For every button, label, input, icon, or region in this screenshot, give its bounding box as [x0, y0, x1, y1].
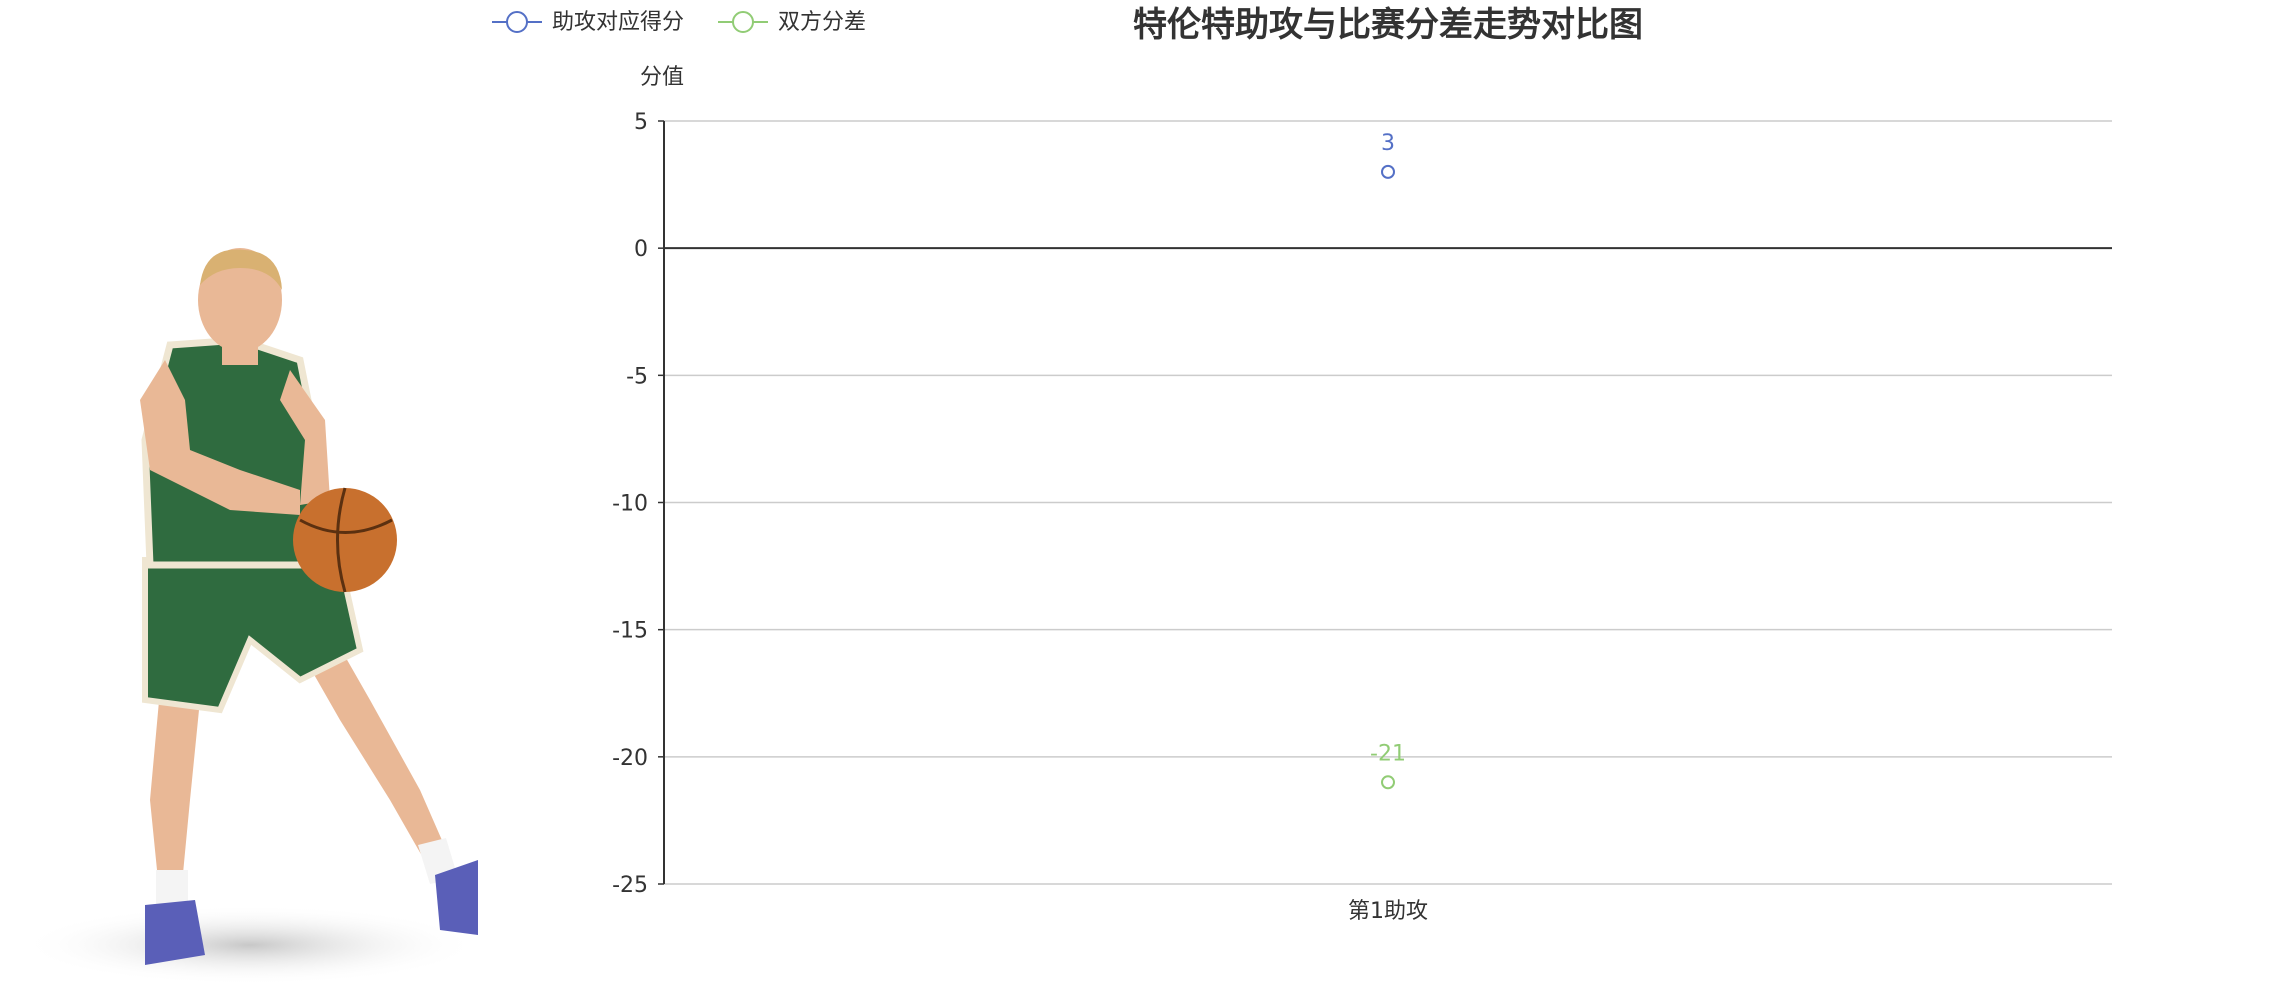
legend-symbol-marker-0: [506, 11, 528, 33]
axes: [658, 120, 665, 885]
y-tick-label: 0: [634, 237, 648, 262]
tick-labels: 5 0 -5 -10 -15 -20 -25 第1助攻: [612, 110, 1428, 924]
y-tick-label: -15: [612, 619, 648, 644]
y-tick-label: -5: [626, 364, 648, 389]
y-tick-label: -10: [612, 492, 648, 517]
legend-item-1[interactable]: 双方分差: [718, 10, 866, 35]
y-axis-label: 分值: [640, 65, 684, 90]
y-tick-label: -25: [612, 873, 648, 898]
legend-item-0[interactable]: 助攻对应得分: [492, 10, 684, 35]
data-label: 3: [1381, 131, 1395, 156]
legend[interactable]: 助攻对应得分 双方分差: [492, 10, 866, 35]
y-tick-label: -20: [612, 746, 648, 771]
chart-title: 特伦特助攻与比赛分差走势对比图: [1133, 5, 1643, 45]
data-point: [1381, 775, 1395, 790]
data-point: [1381, 164, 1395, 179]
legend-label-0: 助攻对应得分: [552, 10, 684, 35]
data-label: -21: [1370, 741, 1406, 766]
legend-label-1: 双方分差: [778, 10, 866, 35]
chart-svg: 特伦特助攻与比赛分差走势对比图 助攻对应得分 双方分差 分值 5 0 -5 -10 -1…: [492, 5, 2112, 924]
legend-symbol-marker-1: [732, 11, 754, 33]
grid-lines: [664, 120, 2112, 885]
y-tick-label: 5: [634, 110, 648, 135]
series-marks: 3 -21: [1370, 131, 1406, 790]
x-tick-label: 第1助攻: [1348, 899, 1428, 924]
